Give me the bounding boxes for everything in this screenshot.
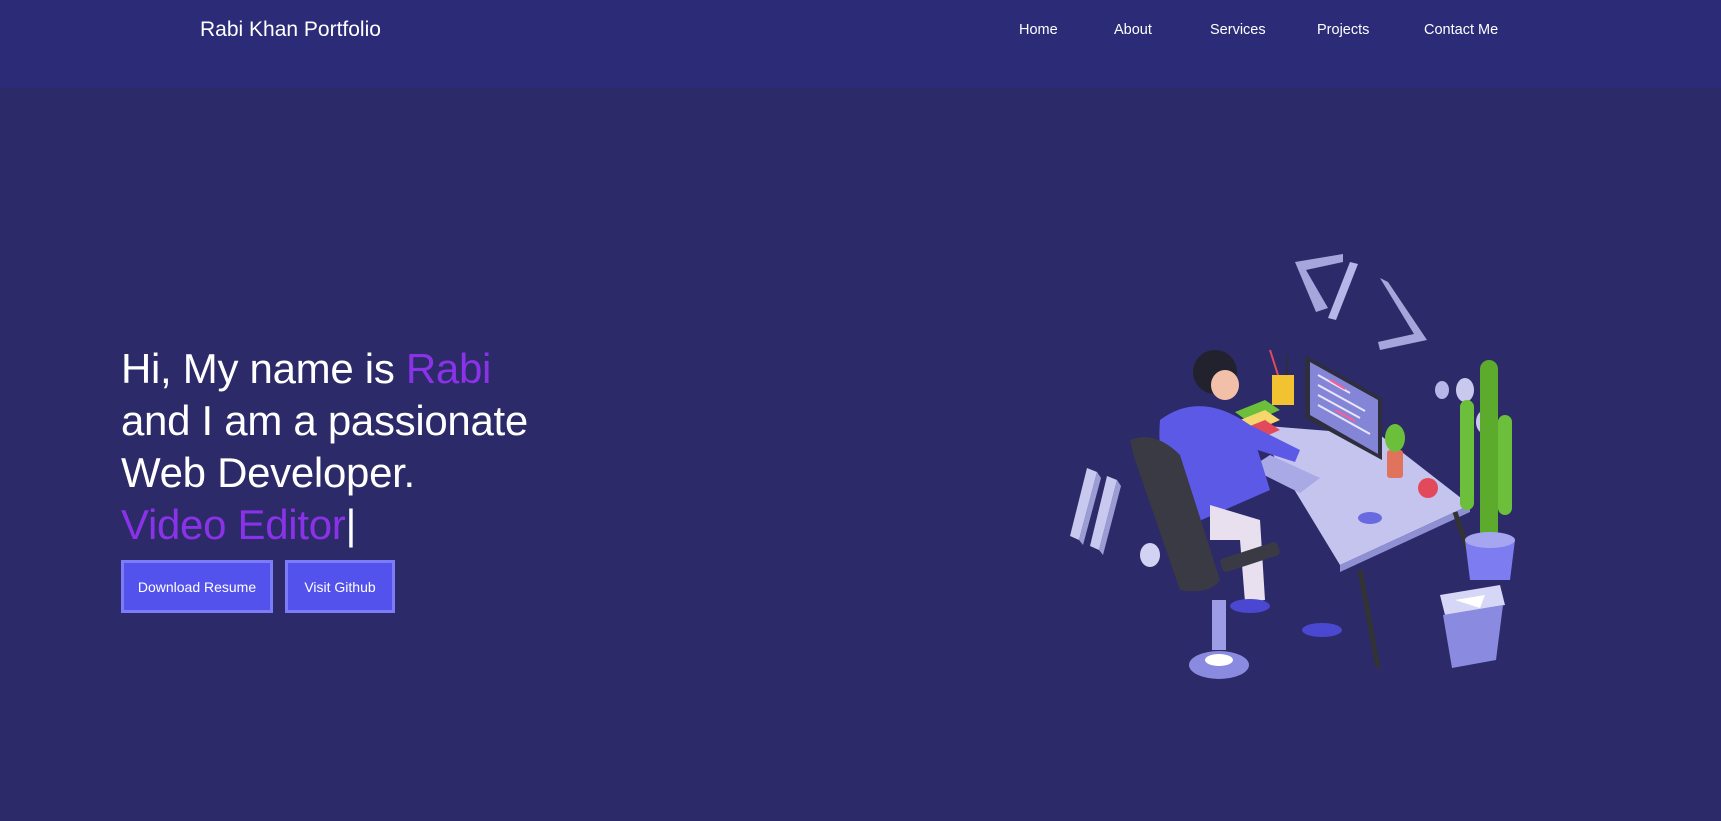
hero-typed-role: Video Editor| (121, 499, 641, 551)
hero-tagline-line-3: Web Developer. (121, 449, 415, 496)
hero-name: Rabi (405, 345, 492, 392)
desk (1255, 425, 1481, 669)
coffee-cup-icon (1358, 512, 1382, 524)
typing-cursor: | (345, 501, 357, 548)
nav-link-about[interactable]: About (1114, 22, 1152, 38)
navbar: Rabi Khan Portfolio Home About Services … (0, 0, 1721, 88)
headphones-icon (1418, 478, 1438, 498)
developer-at-desk-illustration (1070, 254, 1515, 679)
visit-github-button[interactable]: Visit Github (285, 560, 395, 613)
floating-blocks-left (1070, 468, 1121, 555)
nav-link-services[interactable]: Services (1210, 22, 1266, 38)
hero-greeting-line: Hi, My name is Rabi (121, 343, 641, 395)
small-cactus-icon (1385, 424, 1405, 478)
nav-link-contact-me[interactable]: Contact Me (1424, 22, 1498, 38)
nav-links: Home About Services Projects Contact Me (0, 22, 1721, 46)
hero-greeting-prefix: Hi, My name is (121, 345, 406, 392)
hero-heading: Hi, My name is Rabi and I am a passionat… (121, 343, 641, 551)
hero-tagline-line-2: and I am a passionate (121, 397, 528, 444)
nav-link-projects[interactable]: Projects (1317, 22, 1369, 38)
typed-role-text: Video Editor (121, 501, 346, 548)
nav-link-home[interactable]: Home (1019, 22, 1058, 38)
trash-bin-icon (1440, 585, 1505, 668)
download-resume-button[interactable]: Download Resume (121, 560, 273, 613)
code-brackets-icon (1295, 254, 1427, 350)
